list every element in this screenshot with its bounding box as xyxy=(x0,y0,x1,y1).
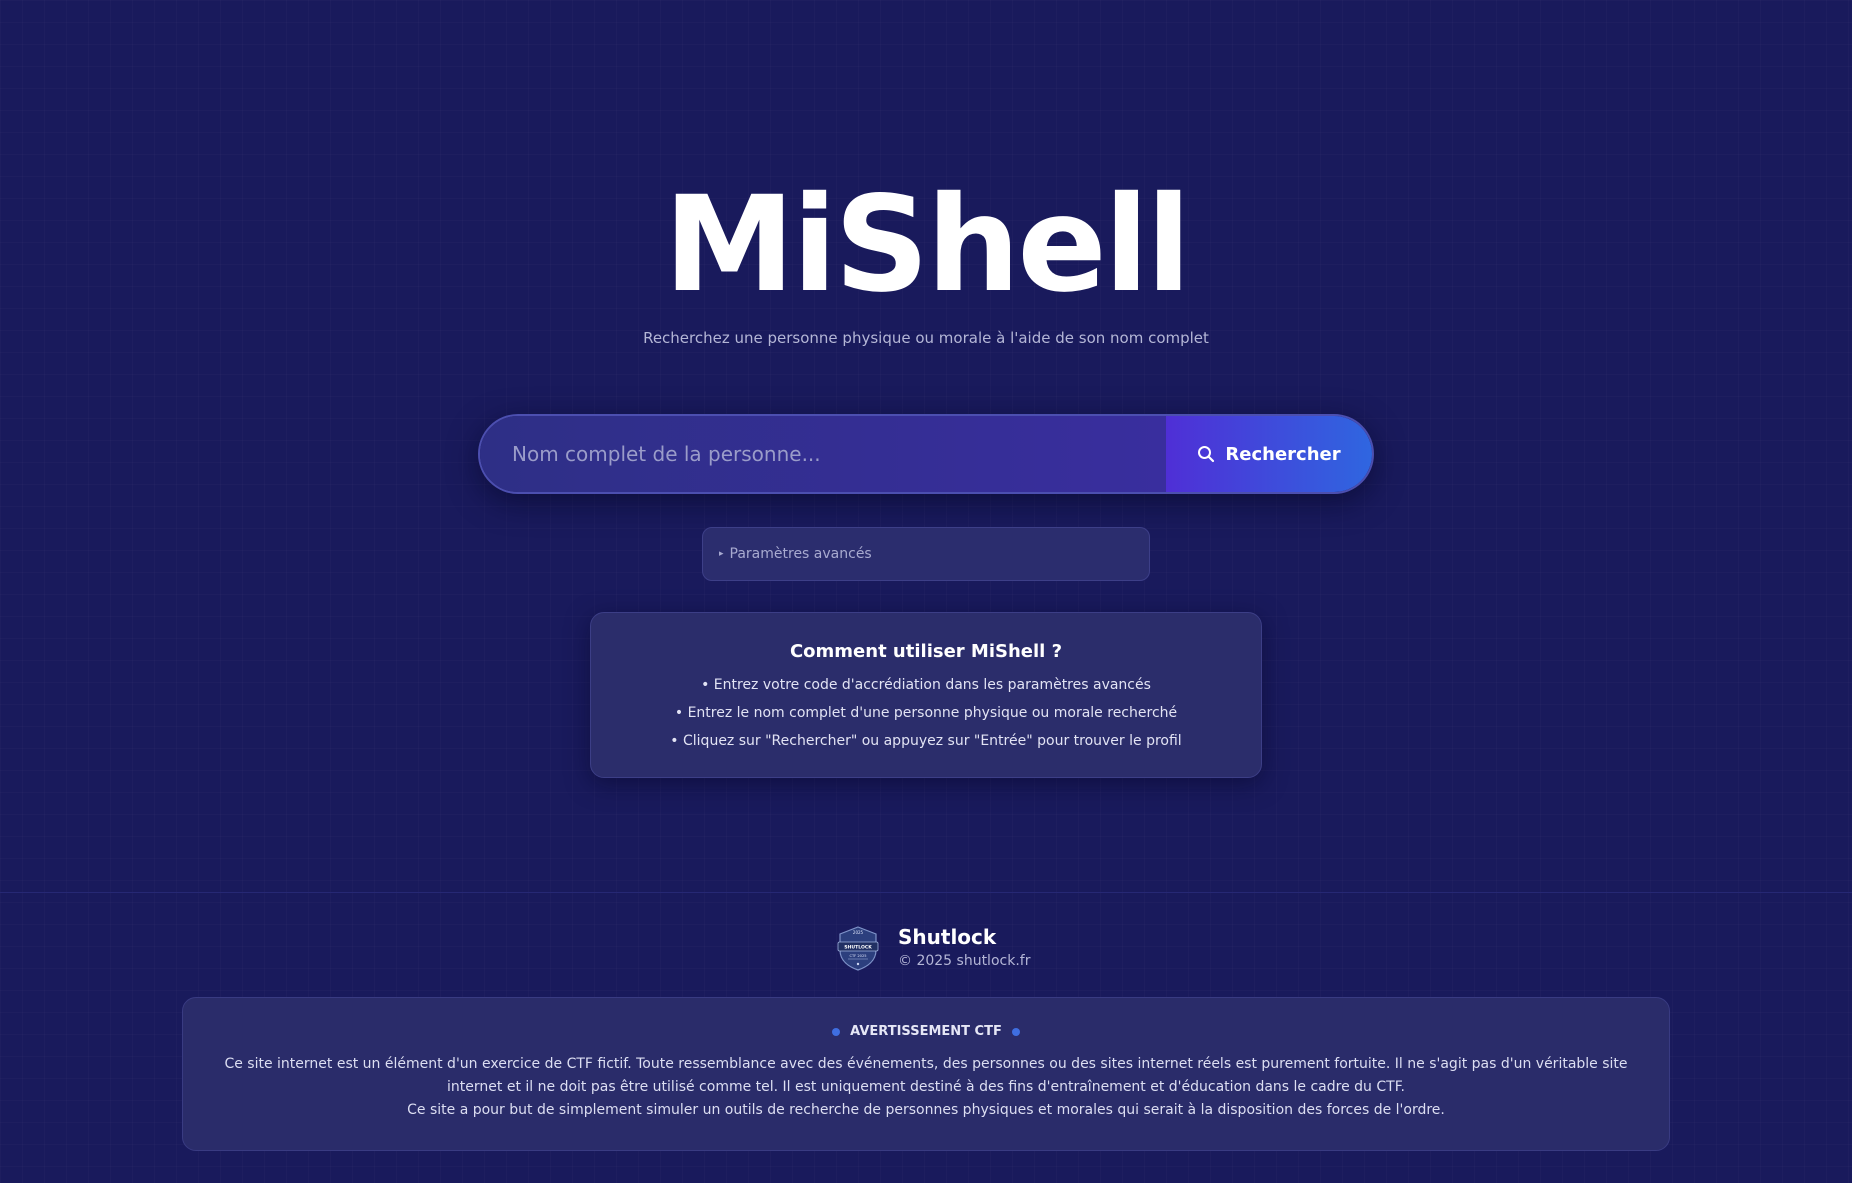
bullet-dot-icon xyxy=(832,1027,841,1036)
warning-heading: AVERTISSEMENT CTF xyxy=(183,1024,1669,1039)
brand-text: Shutlock © 2025 shutlock.fr xyxy=(898,925,1030,971)
bullet-dot-icon xyxy=(1011,1027,1020,1036)
logo-text: 2025 xyxy=(853,930,864,935)
howto-list: • Entrez votre code d'accrédiation dans … xyxy=(591,671,1261,755)
advanced-settings-label: Paramètres avancés xyxy=(729,546,872,562)
howto-title: Comment utiliser MiShell ? xyxy=(789,641,1063,662)
disclosure-triangle-icon: ▸ xyxy=(719,549,724,559)
warning-text: Ce site internet est un élément d'un exe… xyxy=(204,1053,1648,1122)
search-input[interactable] xyxy=(480,416,1166,492)
warning-line-2: Ce site a pour but de simplement simuler… xyxy=(407,1102,1445,1118)
warning-title: AVERTISSEMENT CTF xyxy=(850,1024,1002,1039)
copyright: © 2025 shutlock.fr xyxy=(898,953,1031,969)
search-form: Rechercher xyxy=(478,414,1374,494)
ctf-warning-card: AVERTISSEMENT CTF Ce site internet est u… xyxy=(182,997,1670,1151)
howto-item: • Entrez le nom complet d'une personne p… xyxy=(674,705,1178,721)
shutlock-logo-icon: 2025 SHUTLOCK CTF 2025 xyxy=(837,926,879,971)
howto-item: • Cliquez sur "Rechercher" ou appuyez su… xyxy=(670,733,1182,749)
main-content: MiShell Recherchez une personne physique… xyxy=(0,0,1852,893)
logo-text: SHUTLOCK xyxy=(844,945,872,951)
howto-card: Comment utiliser MiShell ? • Entrez votr… xyxy=(590,612,1262,778)
logo-text: CTF 2025 xyxy=(849,954,866,958)
advanced-settings-toggle[interactable]: ▸ Paramètres avancés xyxy=(702,527,1150,581)
howto-item: • Entrez votre code d'accrédiation dans … xyxy=(701,677,1151,693)
search-button[interactable]: Rechercher xyxy=(1166,416,1372,492)
warning-line-1: Ce site internet est un élément d'un exe… xyxy=(224,1056,1628,1095)
footer-brand: 2025 SHUTLOCK CTF 2025 Shutlock © 2025 s… xyxy=(834,924,1030,972)
page-title: MiShell xyxy=(663,168,1192,322)
page-subtitle: Recherchez une personne physique ou mora… xyxy=(643,329,1209,347)
search-button-label: Rechercher xyxy=(1225,443,1341,465)
search-icon xyxy=(1197,445,1215,463)
footer-divider xyxy=(0,892,1852,893)
brand-name: Shutlock xyxy=(898,925,997,949)
